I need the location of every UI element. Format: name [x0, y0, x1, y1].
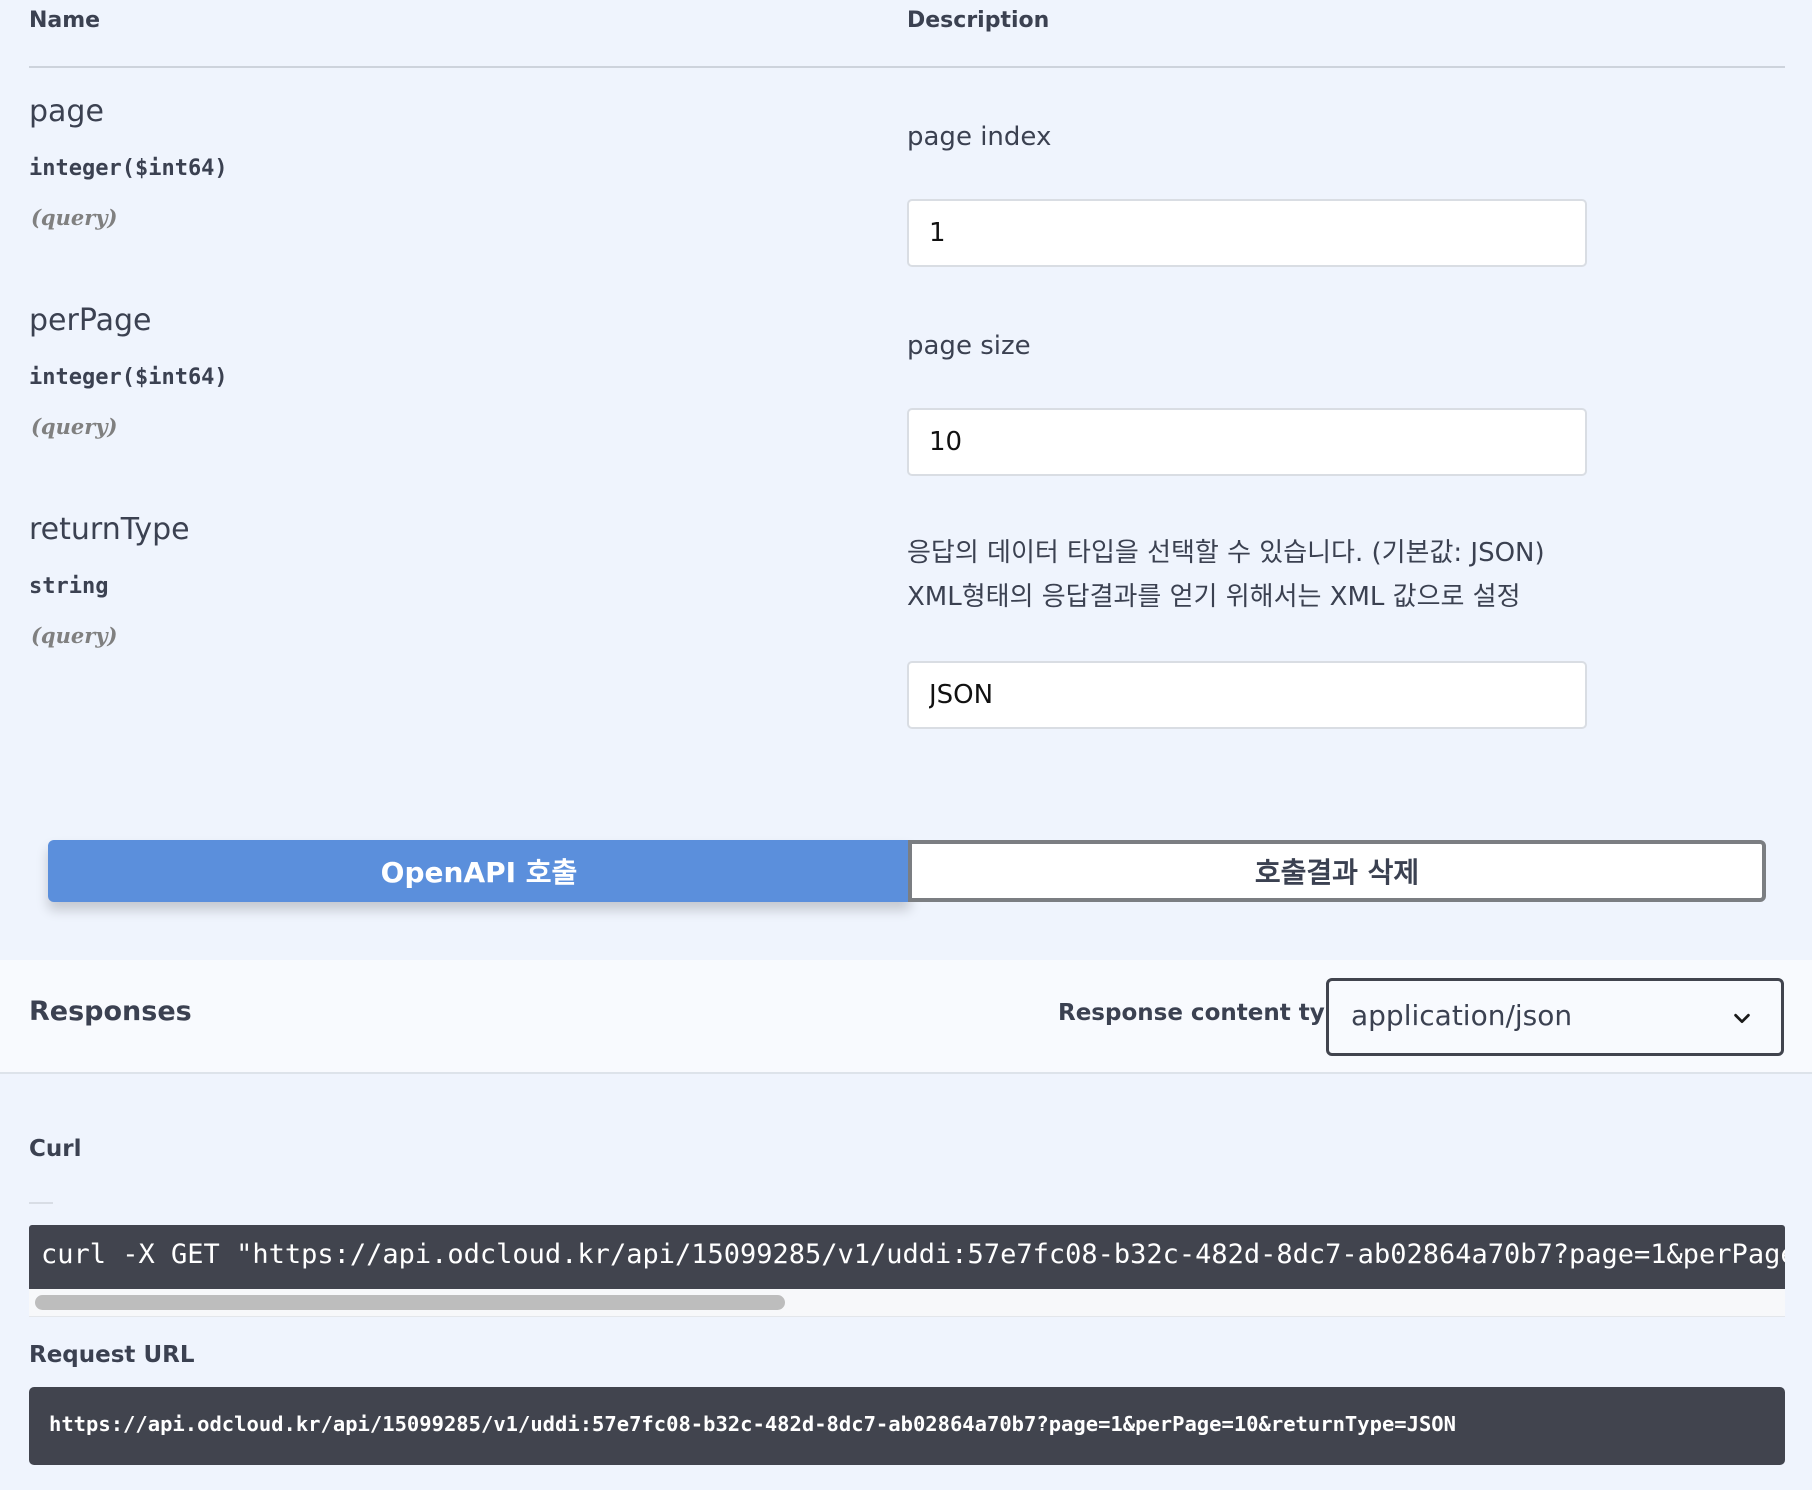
param-perpage-description: page size	[907, 331, 1031, 361]
curl-scrollbar-thumb[interactable]	[35, 1295, 785, 1310]
curl-command: curl -X GET "https://api.odcloud.kr/api/…	[41, 1239, 1785, 1270]
name-column-header: Name	[29, 8, 101, 33]
param-page-name: page	[29, 94, 104, 129]
description-column-header: Description	[907, 8, 1050, 33]
response-content-type-select[interactable]: application/json	[1326, 978, 1784, 1056]
responses-header: Responses Response content type applicat…	[0, 960, 1812, 1074]
returntype-input[interactable]	[907, 661, 1587, 729]
curl-label: Curl	[29, 1136, 82, 1162]
curl-scrollbar[interactable]	[29, 1289, 1785, 1317]
request-url-label: Request URL	[29, 1342, 195, 1368]
param-returntype-type: string	[29, 574, 109, 599]
request-url-text: https://api.odcloud.kr/api/15099285/v1/u…	[49, 1412, 1456, 1436]
param-perpage-location: (query)	[31, 414, 118, 439]
responses-title: Responses	[29, 996, 192, 1027]
curl-code-block: curl -X GET "https://api.odcloud.kr/api/…	[29, 1225, 1785, 1289]
page-input[interactable]	[907, 199, 1587, 267]
param-returntype-name: returnType	[29, 512, 190, 547]
perpage-input[interactable]	[907, 408, 1587, 476]
clear-button[interactable]: 호출결과 삭제	[908, 840, 1766, 902]
execute-button[interactable]: OpenAPI 호출	[48, 840, 910, 902]
curl-divider	[29, 1202, 53, 1204]
param-page-type: integer($int64)	[29, 156, 228, 181]
param-page-location: (query)	[31, 205, 118, 230]
request-url-block: https://api.odcloud.kr/api/15099285/v1/u…	[29, 1387, 1785, 1465]
param-returntype-location: (query)	[31, 623, 118, 648]
response-content-type-value: application/json	[1351, 999, 1573, 1032]
param-returntype-description-line1: 응답의 데이터 타입을 선택할 수 있습니다. (기본값: JSON)	[907, 538, 1545, 568]
param-page-description: page index	[907, 122, 1052, 152]
param-returntype-description-line2: XML형태의 응답결과를 얻기 위해서는 XML 값으로 설정	[907, 582, 1521, 612]
response-content-type-label: Response content type	[1058, 1000, 1357, 1026]
chevron-down-icon	[1734, 1013, 1750, 1024]
param-perpage-name: perPage	[29, 303, 152, 338]
param-perpage-type: integer($int64)	[29, 365, 228, 390]
execute-button-group: OpenAPI 호출 호출결과 삭제	[48, 840, 1766, 902]
parameters-table-header: Name Description	[29, 0, 1785, 68]
api-parameters-panel: Name Description page integer($int64) (q…	[0, 0, 1812, 1490]
